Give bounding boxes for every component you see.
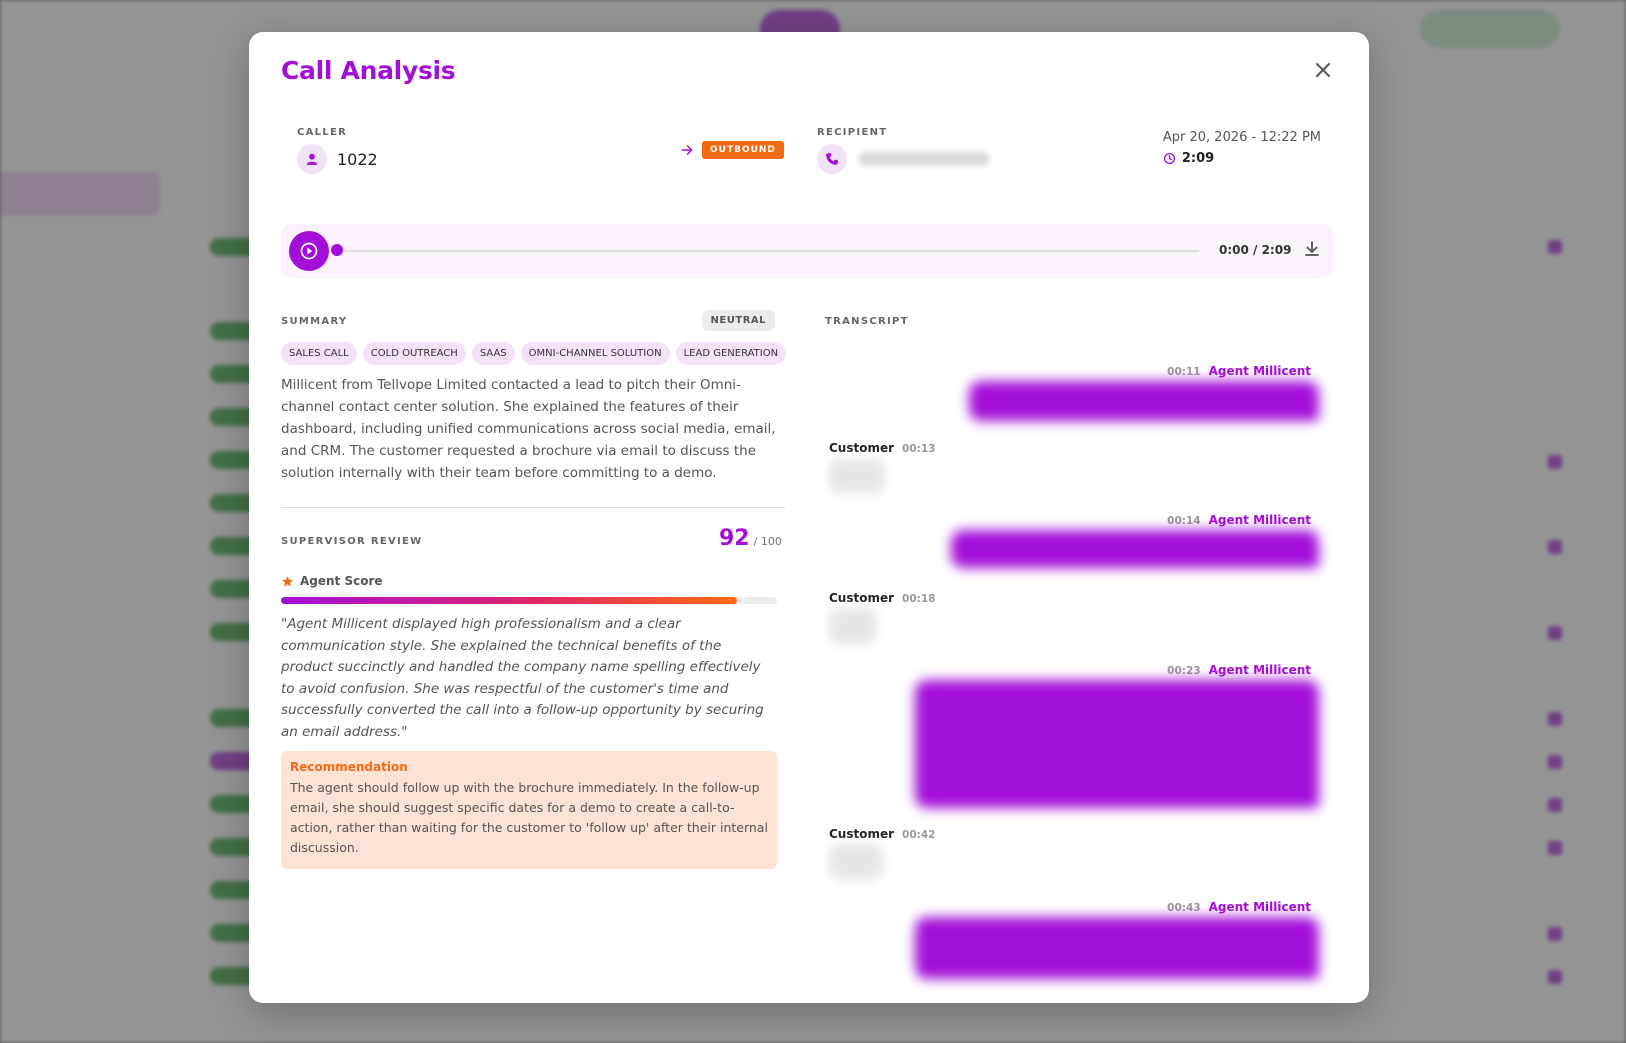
message-speaker: Customer	[829, 591, 895, 605]
message-time: 00:23	[1167, 665, 1201, 677]
agent-score-row: Agent Score	[281, 574, 383, 588]
review-quote: "Agent Millicent displayed high professi…	[281, 616, 764, 740]
transcript-message-header: Customer 00:18	[829, 591, 935, 605]
recommendation-box: Recommendation The agent should follow u…	[281, 751, 777, 869]
close-icon	[1316, 63, 1330, 77]
audio-time: 0:00 / 2:09	[1219, 243, 1292, 257]
agent-message-bubble-redacted	[951, 530, 1319, 568]
message-speaker: Agent Millicent	[1208, 513, 1311, 527]
transcript-message-header: 00:43 Agent Millicent	[1167, 900, 1311, 914]
recipient-number-redacted	[859, 152, 989, 166]
agent-score-bar	[281, 597, 777, 604]
star-icon	[282, 575, 293, 587]
download-button[interactable]	[1303, 240, 1323, 260]
message-speaker: Agent Millicent	[1208, 900, 1311, 914]
agent-score-label: Agent Score	[300, 574, 383, 588]
call-duration: 2:09	[1181, 151, 1215, 166]
tag: COLD OUTREACH	[362, 342, 466, 365]
close-button[interactable]	[1311, 58, 1335, 82]
arrow-right-icon	[681, 145, 693, 155]
supervisor-review-label: SUPERVISOR REVIEW	[281, 536, 423, 547]
review-score: 92 / 100	[719, 526, 782, 551]
message-time: 00:11	[1167, 366, 1201, 378]
message-time: 00:18	[902, 593, 936, 605]
summary-header: SUMMARY NEUTRAL	[281, 310, 775, 331]
agent-score-fill	[281, 597, 738, 604]
customer-message-bubble-redacted	[829, 844, 883, 880]
score-value: 92	[719, 526, 750, 551]
play-icon	[300, 242, 318, 260]
call-analysis-modal: Call Analysis CALLER 1022 OUTBOUND RECIP…	[249, 32, 1369, 1003]
agent-message-bubble-redacted	[915, 917, 1319, 979]
tag: LEAD GENERATION	[675, 342, 787, 365]
recipient-label: RECIPIENT	[817, 127, 888, 138]
message-speaker: Agent Millicent	[1208, 663, 1311, 677]
customer-message-bubble-redacted	[829, 458, 885, 494]
call-date: Apr 20, 2026 - 12:22 PM	[1162, 130, 1321, 145]
message-time: 00:42	[902, 829, 936, 841]
phone-icon	[817, 144, 847, 174]
tag: OMNI-CHANNEL SOLUTION	[520, 342, 670, 365]
caller-section: CALLER 1022	[297, 127, 378, 174]
recommendation-title: Recommendation	[290, 760, 408, 774]
summary-text: Millicent from Tellvope Limited contacte…	[281, 377, 776, 481]
play-button[interactable]	[289, 231, 329, 271]
transcript-message-header: Customer 00:13	[829, 441, 935, 455]
message-time: 00:14	[1167, 515, 1201, 527]
divider	[281, 507, 785, 508]
audio-track[interactable]	[337, 250, 1199, 252]
transcript-message-header: 00:14 Agent Millicent	[1167, 513, 1311, 527]
user-icon	[297, 144, 327, 174]
recommendation-text: The agent should follow up with the broc…	[290, 780, 768, 855]
caller-number: 1022	[337, 149, 378, 169]
call-datetime: Apr 20, 2026 - 12:22 PM 2:09	[1163, 130, 1321, 166]
clock-icon	[1163, 152, 1175, 165]
sentiment-badge: NEUTRAL	[701, 310, 775, 331]
agent-message-bubble-redacted	[969, 381, 1319, 421]
outbound-badge: OUTBOUND	[702, 141, 784, 159]
transcript-panel[interactable]: 00:11 Agent Millicent Customer 00:13 00:…	[825, 337, 1341, 997]
tag: SALES CALL	[281, 342, 357, 365]
call-direction: OUTBOUND	[680, 141, 784, 159]
agent-message-bubble-redacted	[915, 680, 1319, 808]
message-time: 00:13	[902, 443, 936, 455]
audio-seek-handle[interactable]	[331, 244, 343, 256]
caller-label: CALLER	[297, 127, 348, 138]
modal-title: Call Analysis	[281, 56, 456, 85]
summary-tags: SALES CALL COLD OUTREACH SAAS OMNI-CHANN…	[281, 342, 787, 365]
customer-message-bubble-redacted	[829, 608, 877, 644]
message-speaker: Customer	[829, 441, 895, 455]
tag: SAAS	[471, 342, 515, 365]
message-speaker: Agent Millicent	[1208, 364, 1311, 378]
transcript-message-header: Customer 00:42	[829, 827, 935, 841]
download-icon	[1305, 241, 1319, 256]
transcript-message-header: 00:23 Agent Millicent	[1167, 663, 1311, 677]
recipient-section: RECIPIENT	[817, 127, 989, 174]
transcript-label: TRANSCRIPT	[825, 316, 909, 327]
transcript-message-header: 00:11 Agent Millicent	[1167, 364, 1311, 378]
score-max: / 100	[753, 535, 782, 548]
message-time: 00:43	[1167, 902, 1201, 914]
message-speaker: Customer	[829, 827, 895, 841]
summary-label: SUMMARY	[281, 316, 348, 327]
audio-player: 0:00 / 2:09	[281, 224, 1333, 278]
